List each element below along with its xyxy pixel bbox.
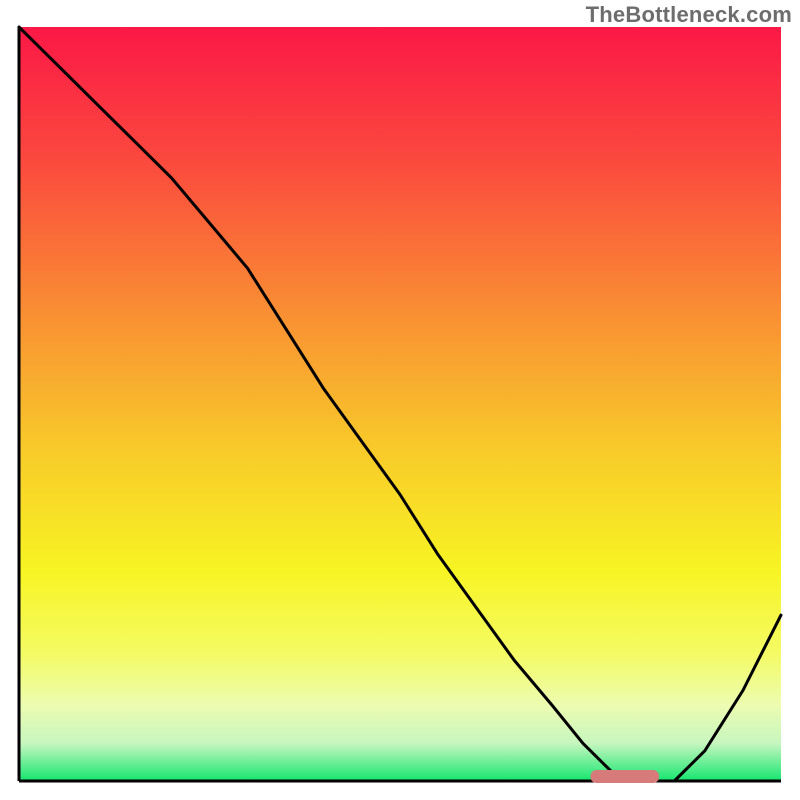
flat-segment-marker [591,770,660,783]
chart-frame: TheBottleneck.com [0,0,800,800]
bottleneck-chart [0,0,800,800]
